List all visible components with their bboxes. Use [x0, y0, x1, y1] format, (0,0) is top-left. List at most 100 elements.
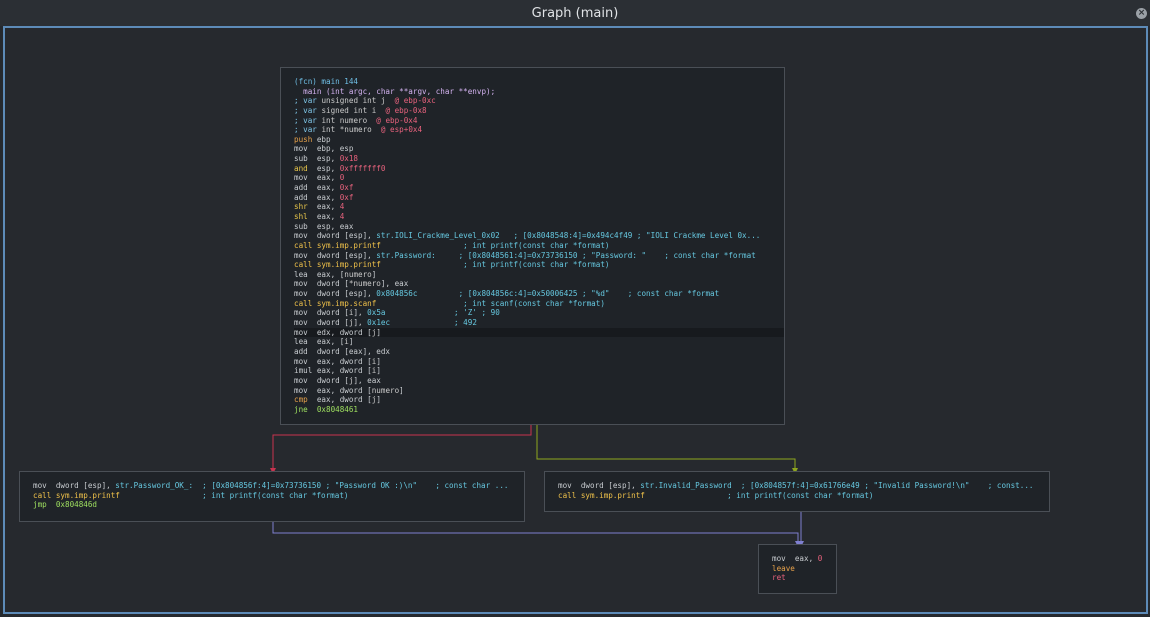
asm-line[interactable]: shr eax, 4 — [294, 202, 784, 212]
asm-line[interactable]: mov dword [esp], str.Invalid_Password ; … — [558, 481, 1049, 491]
asm-token: 0 — [339, 173, 345, 183]
asm-token: add — [294, 183, 317, 193]
asm-line[interactable]: mov dword [esp], str.Password_OK_: ; [0x… — [33, 481, 524, 491]
asm-line[interactable]: (fcn) main 144 — [294, 77, 784, 87]
asm-line[interactable]: sub esp, 0x18 — [294, 154, 784, 164]
asm-line[interactable]: lea eax, [numero] — [294, 270, 784, 280]
asm-token: str.IOLI_Crackme_Level_0x02 — [376, 231, 500, 241]
asm-line[interactable]: ; var int *numero @ esp+0x4 — [294, 125, 784, 135]
asm-line[interactable]: mov ebp, esp — [294, 144, 784, 154]
asm-token: ; var — [294, 105, 322, 115]
asm-token: @ esp+0x4 — [376, 125, 423, 135]
asm-token: ; 'Z' ; 90 — [385, 308, 500, 318]
asm-token: unsigned int j — [321, 96, 391, 106]
asm-line[interactable]: call sym.imp.scanf ; int scanf(const cha… — [294, 299, 784, 309]
asm-token: ; 492 — [390, 318, 477, 328]
asm-line[interactable]: mov dword [esp], str.IOLI_Crackme_Level_… — [294, 231, 784, 241]
asm-line[interactable]: call sym.imp.printf ; int printf(const c… — [294, 260, 784, 270]
asm-line[interactable]: push ebp — [294, 135, 784, 145]
basic-block-invalid-password[interactable]: mov dword [esp], str.Invalid_Password ; … — [544, 471, 1050, 512]
asm-line[interactable]: imul eax, dword [i] — [294, 366, 784, 376]
asm-token: ; var — [294, 125, 322, 135]
asm-token: esp, — [316, 163, 340, 173]
window-title: Graph (main) — [531, 6, 619, 21]
asm-token: str.Password: — [376, 250, 436, 260]
asm-token: shr — [294, 202, 317, 212]
asm-token: eax, — [316, 211, 340, 221]
asm-line[interactable]: mov dword [esp], str.Password: ; [0x8048… — [294, 251, 784, 261]
asm-line[interactable]: add dword [eax], edx — [294, 347, 784, 357]
asm-line[interactable]: jmp 0x804846d — [33, 500, 524, 510]
asm-line[interactable]: mov eax, dword [numero] — [294, 386, 784, 396]
window-titlebar: Graph (main) × — [0, 0, 1150, 26]
asm-token: 0xfffffff0 — [339, 163, 386, 173]
asm-token: dword [esp], — [316, 289, 377, 299]
asm-line[interactable]: add eax, 0xf — [294, 183, 784, 193]
asm-token: @ ebp-0xc — [390, 96, 436, 106]
asm-token: ; int printf(const char *format) — [644, 490, 874, 500]
asm-line[interactable]: cmp eax, dword [j] — [294, 395, 784, 405]
asm-token: numero — [371, 385, 400, 395]
asm-token: mov — [294, 308, 317, 318]
asm-line[interactable]: shl eax, 4 — [294, 212, 784, 222]
asm-token: mov — [294, 356, 317, 366]
asm-token: 0xf — [339, 192, 354, 202]
asm-token: call — [558, 490, 581, 500]
asm-line[interactable]: mov eax, 0 — [294, 173, 784, 183]
asm-token: ; [0x804857f:4]=0x61766e49 ; "Invalid Pa… — [731, 481, 1034, 490]
basic-block-password-ok[interactable]: mov dword [esp], str.Password_OK_: ; [0x… — [19, 471, 525, 522]
asm-token: eax, — [316, 173, 340, 183]
asm-line[interactable]: mov eax, dword [i] — [294, 357, 784, 367]
asm-token: add — [294, 346, 317, 356]
asm-token: ; [0x804856f:4]=0x73736150 ; "Password O… — [193, 481, 509, 490]
asm-line[interactable]: call sym.imp.printf ; int printf(const c… — [558, 491, 1049, 501]
asm-token: ], — [353, 318, 368, 328]
asm-line[interactable]: ; var signed int i @ ebp-0x8 — [294, 106, 784, 116]
asm-line[interactable]: add eax, 0xf — [294, 193, 784, 203]
asm-token: mov — [294, 250, 317, 260]
asm-token: 0x804846d — [55, 500, 98, 510]
asm-line[interactable]: ; var int numero @ ebp-0x4 — [294, 116, 784, 126]
asm-token: sub — [294, 221, 317, 231]
asm-token: ; [0x8048561:4]=0x73736150 ; "Password: … — [435, 250, 756, 260]
asm-line[interactable]: mov eax, 0 — [772, 554, 836, 564]
asm-line[interactable]: and esp, 0xfffffff0 — [294, 164, 784, 174]
asm-token: ; [0x8048548:4]=0x494c4f49 ; "IOLI Crack… — [499, 231, 761, 241]
basic-block-exit[interactable]: mov eax, 0 leave ret — [758, 544, 837, 594]
asm-line[interactable]: call sym.imp.printf ; int printf(const c… — [33, 491, 524, 501]
asm-token: call — [294, 260, 317, 270]
asm-token: ebp — [316, 134, 331, 144]
asm-line[interactable]: leave — [772, 564, 836, 574]
asm-line[interactable]: mov dword [j], eax — [294, 376, 784, 386]
asm-line[interactable]: call sym.imp.printf ; int printf(const c… — [294, 241, 784, 251]
asm-line[interactable]: ; var unsigned int j @ ebp-0xc — [294, 96, 784, 106]
asm-token: edx, dword [ — [316, 327, 372, 337]
asm-line[interactable]: mov dword [*numero], eax — [294, 279, 784, 289]
asm-token: ; var — [294, 96, 322, 106]
asm-token: imul — [294, 366, 317, 376]
graph-canvas[interactable]: (fcn) main 144 main (int argc, char **ar… — [3, 26, 1148, 614]
asm-line[interactable]: lea eax, [i] — [294, 337, 784, 347]
asm-token: dword [ — [316, 375, 349, 385]
asm-line[interactable]: ret — [772, 573, 836, 583]
asm-line[interactable]: mov dword [i], 0x5a ; 'Z' ; 90 — [294, 308, 784, 318]
asm-token: str.Password_OK_: — [115, 481, 194, 490]
asm-line[interactable]: sub esp, eax — [294, 222, 784, 232]
asm-line[interactable]: main (int argc, char **argv, char **envp… — [294, 87, 784, 97]
basic-block-main[interactable]: (fcn) main 144 main (int argc, char **ar… — [280, 67, 785, 425]
asm-token: 0x5a — [367, 308, 386, 318]
asm-line[interactable]: mov dword [j], 0x1ec ; 492 — [294, 318, 784, 328]
asm-line[interactable]: jne 0x8048461 — [294, 405, 784, 415]
asm-token: dword [ — [316, 318, 349, 328]
asm-token: sym.imp.printf — [580, 490, 645, 500]
asm-token: 0 — [817, 554, 823, 563]
asm-token: int numero — [321, 115, 372, 125]
asm-token: ; int scanf(const char *format) — [376, 298, 605, 308]
asm-line[interactable]: mov edx, dword [j] — [294, 327, 784, 338]
asm-token: eax, — [316, 183, 340, 193]
asm-token: 0x8048461 — [316, 404, 359, 414]
asm-token: @ ebp-0x4 — [371, 115, 418, 125]
asm-line[interactable]: mov dword [esp], 0x804856c ; [0x804856c:… — [294, 289, 784, 299]
asm-token: dword [esp], — [316, 250, 377, 260]
close-icon[interactable]: × — [1136, 8, 1147, 19]
